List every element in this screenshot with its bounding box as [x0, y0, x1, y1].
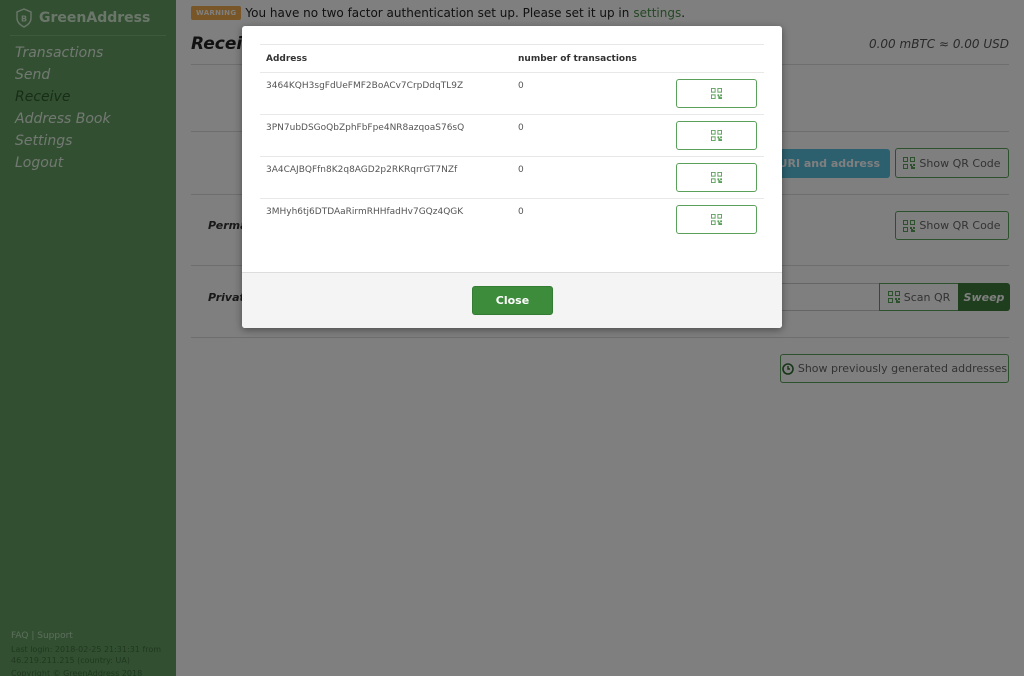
show-qr-button[interactable] — [676, 205, 757, 234]
table-row: 3464KQH3sgFdUeFMF2BoACv7CrpDdqTL9Z 0 — [260, 73, 764, 115]
qr-code-icon — [711, 214, 722, 225]
column-header-address: Address — [266, 53, 308, 64]
transaction-count-cell: 0 — [518, 207, 524, 217]
address-cell: 3464KQH3sgFdUeFMF2BoACv7CrpDdqTL9Z — [266, 81, 464, 91]
address-cell: 3PN7ubDSGoQbZphFbFpe4NR8azqoaS76sQ — [266, 123, 465, 133]
show-qr-button[interactable] — [676, 163, 757, 192]
close-button[interactable]: Close — [472, 286, 553, 315]
show-qr-button[interactable] — [676, 79, 757, 108]
show-qr-button[interactable] — [676, 121, 757, 150]
table-row: 3A4CAJBQFfn8K2q8AGD2p2RKRqrrGT7NZf 0 — [260, 157, 764, 199]
transaction-count-cell: 0 — [518, 81, 524, 91]
qr-code-icon — [711, 130, 722, 141]
transaction-count-cell: 0 — [518, 123, 524, 133]
column-header-transactions: number of transactions — [518, 53, 637, 64]
transaction-count-cell: 0 — [518, 165, 524, 175]
qr-code-icon — [711, 88, 722, 99]
addresses-table: Address number of transactions 3464KQH3s… — [260, 44, 764, 241]
modal-footer: Close — [242, 272, 782, 328]
table-row: 3MHyh6tj6DTDAaRirmRHHfadHv7GQz4QGK 0 — [260, 199, 764, 241]
previous-addresses-modal: Address number of transactions 3464KQH3s… — [242, 26, 782, 328]
table-header: Address number of transactions — [260, 45, 764, 73]
table-row: 3PN7ubDSGoQbZphFbFpe4NR8azqoaS76sQ 0 — [260, 115, 764, 157]
address-cell: 3A4CAJBQFfn8K2q8AGD2p2RKRqrrGT7NZf — [266, 165, 458, 175]
qr-code-icon — [711, 172, 722, 183]
address-cell: 3MHyh6tj6DTDAaRirmRHHfadHv7GQz4QGK — [266, 207, 464, 217]
